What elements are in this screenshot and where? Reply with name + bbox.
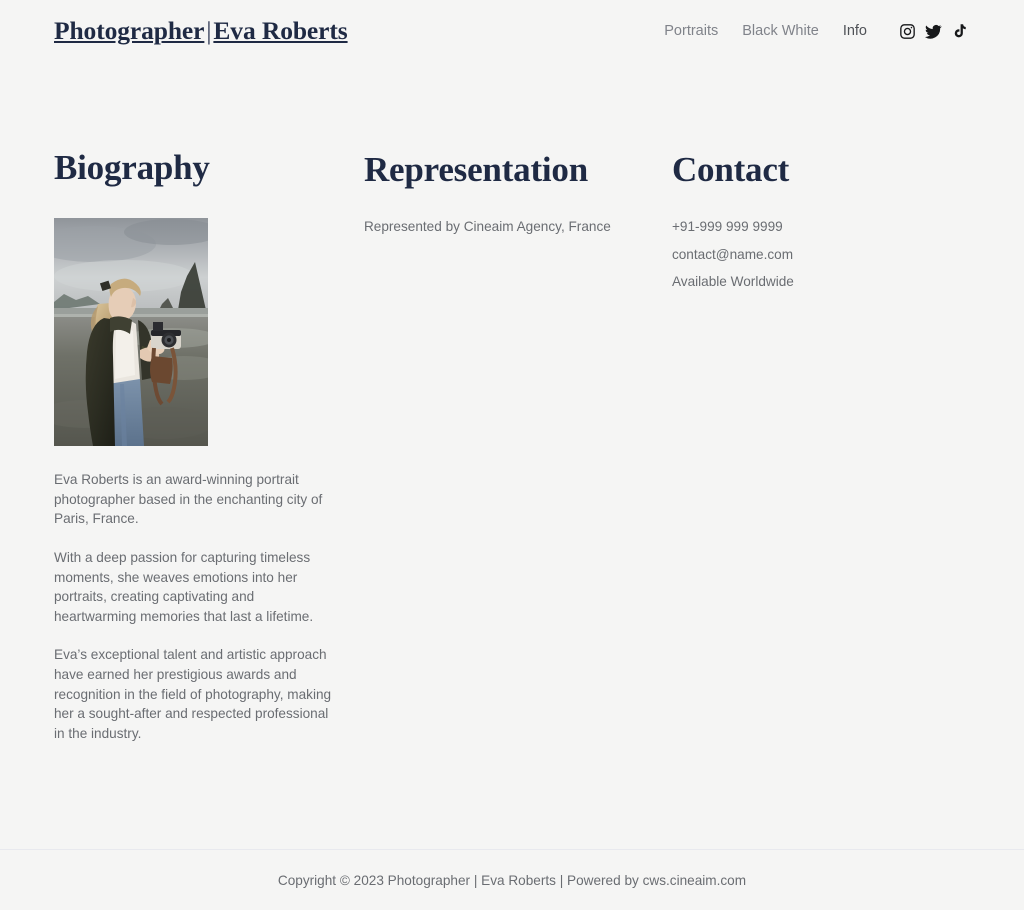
biography-paragraph: Eva Roberts is an award-winning portrait… (54, 472, 323, 527)
site-header: Photographer|Eva Roberts Portraits Black… (0, 0, 1024, 62)
representation-heading: Representation (363, 150, 589, 189)
tiktok-link[interactable] (951, 23, 968, 40)
nav-item: Portraits (652, 17, 730, 45)
nav-item: Black White (730, 17, 831, 45)
biography-paragraph: Eva’s exceptional talent and artistic ap… (54, 647, 332, 741)
twitter-icon (925, 23, 942, 40)
twitter-link[interactable] (925, 23, 942, 40)
main-nav-list: Portraits Black White Info (652, 17, 879, 45)
nav-link-info[interactable]: Info (831, 17, 879, 45)
brand-name-secondary: Eva Roberts (213, 16, 348, 46)
contact-email[interactable]: contact@name.com (672, 245, 970, 265)
contact-availability: Available Worldwide (671, 274, 794, 290)
biography-heading: Biography (54, 148, 210, 187)
social-links (899, 23, 968, 40)
nav-item: Info (831, 17, 879, 45)
instagram-link[interactable] (899, 23, 916, 40)
contact-section: Contact +91-999 999 9999 contact@name.co… (672, 148, 970, 743)
biography-paragraph: With a deep passion for capturing timele… (54, 550, 314, 624)
portrait-photograph (54, 218, 208, 447)
nav-link-black-white[interactable]: Black White (730, 17, 831, 45)
brand-name-primary: Photographer (54, 16, 205, 46)
instagram-icon (899, 23, 916, 40)
biography-text: Eva Roberts is an award-winning portrait… (54, 470, 364, 743)
contact-details-list: +91-999 999 9999 contact@name.com Availa… (672, 217, 970, 292)
biography-section: Biography Eva Roberts is an award-winnin… (54, 148, 364, 743)
nav-link-portraits[interactable]: Portraits (652, 17, 730, 45)
contact-heading: Contact (671, 150, 790, 189)
representation-section: Representation Represented by Cineaim Ag… (364, 148, 672, 743)
representation-text: Represented by Cineaim Agency, France (363, 219, 611, 235)
footer-copyright-text: Copyright © 2023 Photographer | Eva Robe… (277, 872, 747, 888)
main-content: Biography Eva Roberts is an award-winnin… (0, 62, 1024, 849)
site-brand-logo[interactable]: Photographer|Eva Roberts (54, 18, 348, 44)
header-navigation: Portraits Black White Info (652, 17, 968, 45)
site-footer: Copyright © 2023 Photographer | Eva Robe… (0, 849, 1024, 910)
tiktok-icon (952, 23, 968, 40)
contact-phone[interactable]: +91-999 999 9999 (672, 217, 970, 237)
info-columns: Biography Eva Roberts is an award-winnin… (54, 62, 970, 743)
